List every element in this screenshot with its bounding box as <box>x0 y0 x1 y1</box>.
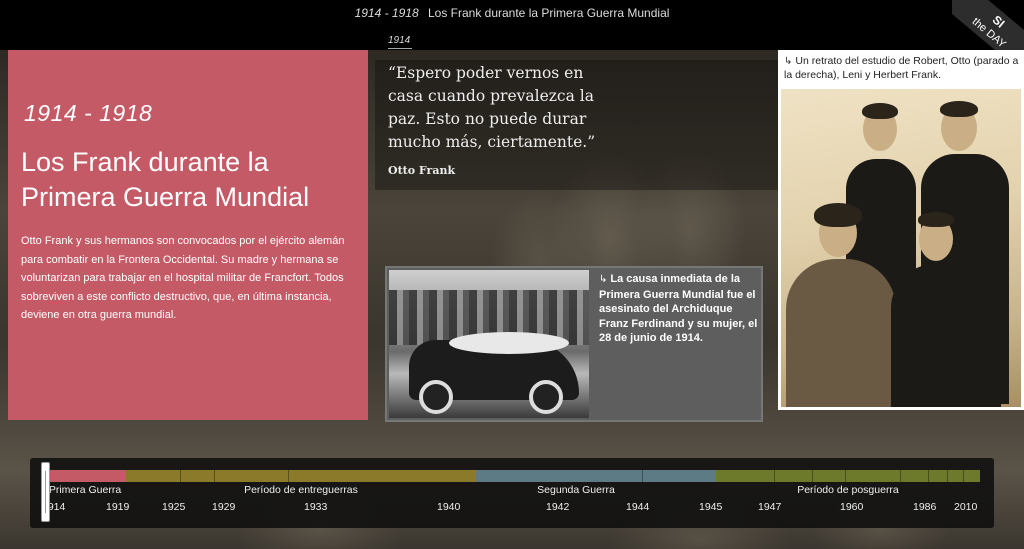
assassination-photo[interactable] <box>389 270 589 418</box>
timeline-year[interactable]: 1919 <box>106 501 129 513</box>
timeline-tick <box>180 470 181 482</box>
timeline-tick <box>774 470 775 482</box>
quote-text: “Espero poder vernos en casa cuando prev… <box>388 64 596 151</box>
timeline-era-ww2[interactable] <box>476 470 716 482</box>
timeline-tick <box>845 470 846 482</box>
intro-body: Otto Frank y sus hermanos son convocados… <box>21 235 345 321</box>
header-title: Los Frank durante la Primera Guerra Mund… <box>427 6 670 20</box>
timeline-era-interwar-label[interactable]: Período de entreguerras <box>126 484 476 496</box>
timeline-year[interactable]: 1929 <box>212 501 235 513</box>
timeline-year[interactable]: 1942 <box>546 501 569 513</box>
timeline-year[interactable]: 1960 <box>840 501 863 513</box>
timeline-scrub-handle[interactable] <box>41 462 50 522</box>
timeline-tick <box>947 470 948 482</box>
timeline-era-interwar[interactable] <box>126 470 476 482</box>
timeline-era-ww2-label[interactable]: Segunda Guerra <box>476 484 676 496</box>
portrait-caption-text: Un retrato del estudio de Robert, Otto (… <box>784 55 1019 81</box>
photo-wheel <box>529 380 563 414</box>
intro-title: Los Frank durante la Primera Guerra Mund… <box>21 147 310 212</box>
photo-canopy <box>449 332 569 354</box>
portrait-hair <box>918 212 954 227</box>
timeline-year[interactable]: 1925 <box>162 501 185 513</box>
header-years: 1914 - 1918 <box>354 6 419 20</box>
timeline-era-ww1[interactable] <box>44 470 126 482</box>
timeline-tick <box>900 470 901 482</box>
intro-years: 1914 - 1918 <box>24 100 153 126</box>
portrait-hair <box>862 103 898 119</box>
timeline-year[interactable]: 1944 <box>626 501 649 513</box>
quote-year: 1914 <box>388 35 412 49</box>
timeline-tick <box>214 470 215 482</box>
timeline-tick <box>928 470 929 482</box>
frank-family-portrait[interactable] <box>781 89 1021 407</box>
timeline-year[interactable]: 1933 <box>304 501 327 513</box>
photo-wheel <box>419 380 453 414</box>
timeline-era-ww1-label[interactable]: Primera Guerra <box>44 484 126 496</box>
timeline-year[interactable]: 1986 <box>913 501 936 513</box>
timeline-tick <box>812 470 813 482</box>
timeline-tick <box>288 470 289 482</box>
portrait-figure <box>786 259 896 407</box>
portrait-figure <box>891 264 1001 407</box>
timeline-year[interactable]: 1947 <box>758 501 781 513</box>
page-header: 1914 - 1918 Los Frank durante la Primera… <box>0 6 1024 20</box>
caption-arrow-icon: ↳ <box>784 56 793 67</box>
timeline-year[interactable]: 2010 <box>954 501 977 513</box>
portrait-hair <box>940 101 978 117</box>
portrait-caption: ↳ Un retrato del estudio de Robert, Otto … <box>781 53 1021 82</box>
assassination-caption: ↳ La causa inmediata de la Primera Guerra… <box>599 272 759 346</box>
timeline-era-postwar-label[interactable]: Período de posguerra <box>716 484 980 496</box>
caption-arrow-icon: ↳ <box>599 274 608 285</box>
timeline-era-postwar[interactable] <box>716 470 980 482</box>
assassination-caption-text: La causa inmediata de la Primera Guerra … <box>599 273 758 344</box>
assassination-photo-card[interactable]: ↳ La causa inmediata de la Primera Guerra… <box>385 266 763 422</box>
timeline-tick <box>963 470 964 482</box>
timeline-year[interactable]: 1940 <box>437 501 460 513</box>
timeline-tick <box>642 470 643 482</box>
timeline-year[interactable]: 1945 <box>699 501 722 513</box>
portrait-hair <box>814 203 862 227</box>
quote-author: Otto Frank <box>388 164 456 177</box>
portrait-photo-card[interactable]: ↳ Un retrato del estudio de Robert, Otto … <box>778 50 1024 410</box>
